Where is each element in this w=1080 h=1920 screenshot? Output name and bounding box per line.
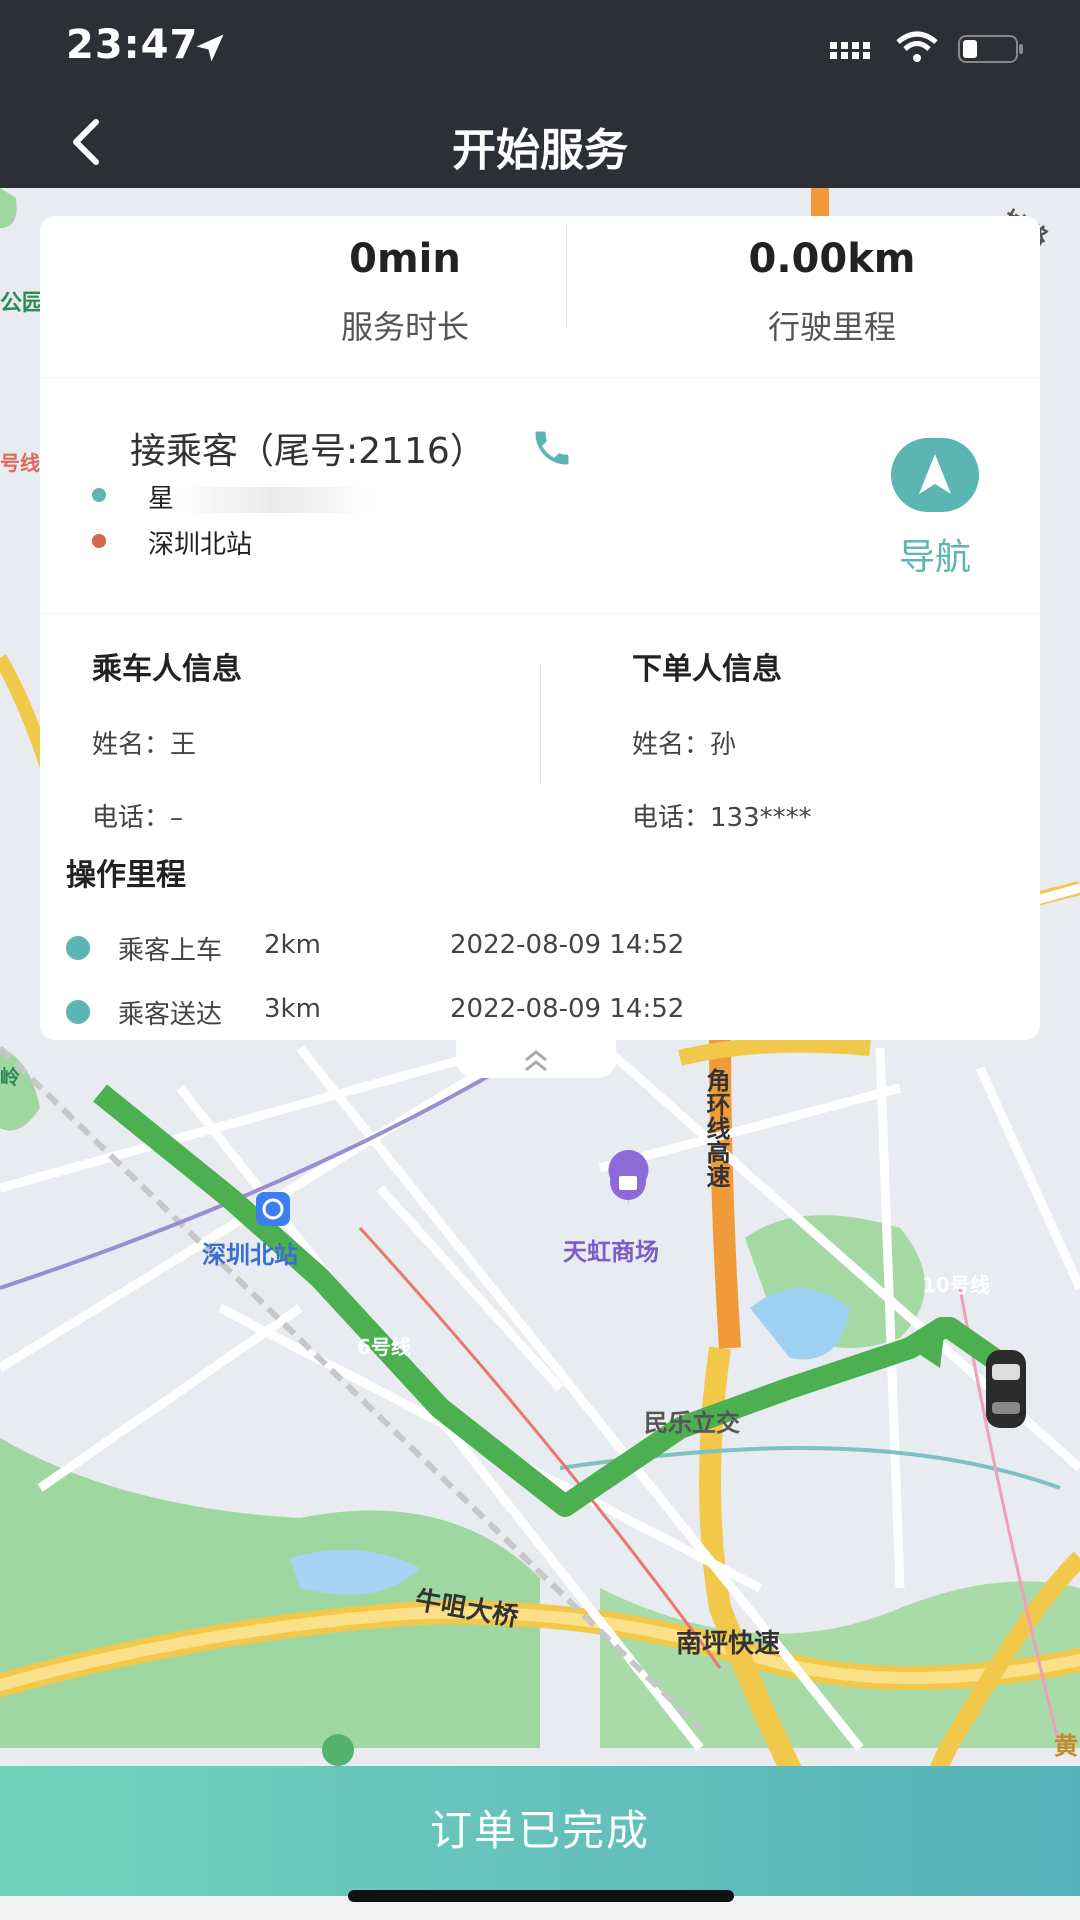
orderer-name: 姓名：孙	[632, 724, 1052, 761]
status-bar: 23:47	[0, 0, 1080, 96]
destination-dot	[92, 534, 106, 548]
origin-text: 星	[148, 484, 175, 514]
map-label-station: 深圳北站	[202, 1241, 298, 1269]
stats-section: 0min 服务时长 0.00km 行驶里程	[40, 216, 1040, 378]
distance-label: 行驶里程	[767, 308, 896, 346]
redacted-text	[174, 486, 375, 513]
map-label-mall: 天虹商场	[563, 1238, 659, 1266]
duration-value: 0min	[349, 236, 461, 282]
history-row: 乘客上车 2km 2022-08-09 14:52	[66, 928, 966, 968]
map-label-line10: 10号线	[922, 1273, 990, 1297]
orderer-name-label: 姓名：	[632, 730, 711, 760]
distance-stat: 0.00km 行驶里程	[682, 236, 982, 348]
status-time: 23:47	[66, 22, 199, 68]
distance-value: 0.00km	[748, 236, 916, 282]
mountain-marker	[322, 1734, 354, 1766]
passenger-phone-value: –	[170, 803, 184, 833]
cellular-signal-icon	[830, 42, 870, 59]
nav-bar: 开始服务	[0, 96, 1080, 188]
app-header: 23:47 开始服务	[0, 0, 1080, 188]
stats-divider	[566, 226, 567, 326]
passenger-phone: 电话：–	[92, 797, 512, 834]
collapse-card-button[interactable]	[456, 1040, 616, 1078]
map-label-park: 公园	[0, 291, 44, 316]
car-marker	[986, 1350, 1026, 1428]
trip-history-section: 操作里程 乘客上车 2km 2022-08-09 14:52 乘客送达 3km …	[40, 834, 1040, 1040]
passenger-name: 姓名：王	[92, 724, 512, 761]
navigation-label: 导航	[898, 537, 971, 578]
origin-address: 星	[148, 478, 375, 515]
history-time: 2022-08-09 14:52	[450, 994, 685, 1024]
battery-icon	[958, 35, 1023, 63]
people-section: 乘车人信息 姓名：王 电话：– 下单人信息 姓名：孙 电话：133****	[40, 614, 1040, 834]
map-label-line-left: 号线	[0, 451, 40, 475]
passenger-name-value: 王	[170, 730, 197, 760]
passenger-title: 乘车人信息	[92, 652, 242, 687]
history-row: 乘客送达 3km 2022-08-09 14:52	[66, 992, 966, 1032]
origin-dot	[92, 488, 106, 502]
order-complete-button[interactable]: 订单已完成	[0, 1766, 1080, 1896]
map-label-line6: 6号线	[357, 1335, 411, 1359]
home-indicator[interactable]	[348, 1890, 734, 1902]
map-label-huang: 黄	[1054, 1732, 1078, 1760]
history-time: 2022-08-09 14:52	[450, 930, 685, 960]
orderer-name-value: 孙	[710, 730, 737, 760]
history-distance: 3km	[264, 994, 321, 1024]
duration-label: 服务时长	[340, 308, 469, 346]
history-distance: 2km	[264, 930, 321, 960]
wifi-icon	[896, 31, 938, 62]
navigation-arrow-icon	[891, 438, 979, 512]
map-label-interchange: 民乐立交	[644, 1409, 740, 1437]
orderer-phone-label: 电话：	[632, 803, 711, 833]
map-label-ling: 岭	[0, 1065, 20, 1089]
pickup-title: 接乘客（尾号:2116）	[130, 431, 486, 472]
history-title: 操作里程	[66, 858, 186, 893]
navigation-button[interactable]: 导航	[880, 438, 990, 580]
station-marker	[256, 1192, 290, 1226]
passenger-info: 乘车人信息 姓名：王 电话：–	[92, 644, 512, 834]
map-label-ring-expressway: 角环线高速	[702, 1067, 730, 1188]
passenger-name-label: 姓名：	[92, 730, 171, 760]
history-event: 乘客送达	[118, 1000, 223, 1030]
pickup-section: 接乘客（尾号:2116） 星 深圳北站 导航	[40, 378, 1040, 614]
location-arrow-icon	[196, 34, 224, 62]
page-title: 开始服务	[452, 125, 628, 176]
orderer-info: 下单人信息 姓名：孙 电话：133****	[632, 644, 1052, 834]
history-event: 乘客上车	[118, 936, 223, 966]
history-dot	[66, 936, 90, 960]
chevron-up-icon	[525, 1050, 547, 1072]
orderer-title: 下单人信息	[632, 652, 782, 687]
destination-address: 深圳北站	[148, 530, 253, 560]
passenger-phone-label: 电话：	[92, 803, 171, 833]
phone-icon[interactable]	[530, 426, 574, 470]
orderer-phone[interactable]: 电话：133****	[632, 797, 1052, 834]
duration-stat: 0min 服务时长	[255, 236, 555, 348]
people-divider	[540, 664, 541, 784]
history-dot	[66, 1000, 90, 1024]
order-info-card: 0min 服务时长 0.00km 行驶里程 接乘客（尾号:2116） 星 深圳北…	[40, 216, 1040, 1040]
orderer-phone-value: 133****	[710, 803, 812, 833]
map-label-nanping: 南坪快速	[676, 1629, 780, 1659]
